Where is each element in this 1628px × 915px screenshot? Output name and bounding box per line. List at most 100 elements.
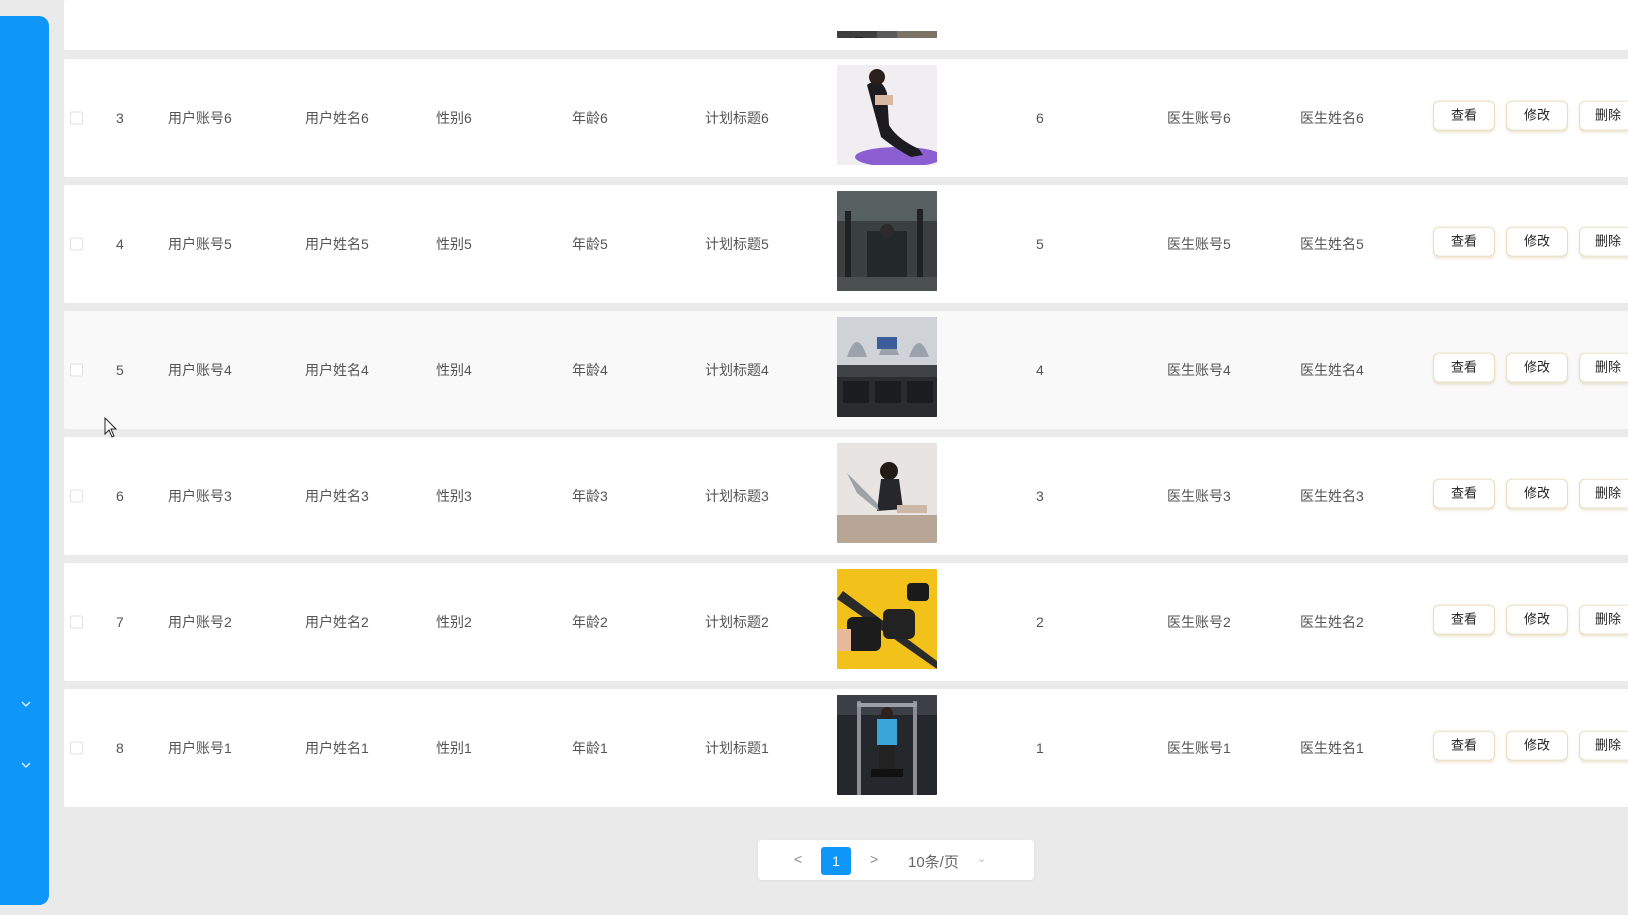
- doctor-account: 医生账号5: [1167, 236, 1231, 252]
- table-row: 5 用户账号4 用户姓名4 性别4 年龄4 计划标题4 4 医生账号4 医生姓名4 查看 修改 删除: [64, 311, 1628, 429]
- user-account: 用户账号5: [168, 236, 232, 252]
- doctor-name: 医生姓名3: [1300, 488, 1364, 504]
- table-row-partial: [64, 0, 1628, 50]
- plan-title: 计划标题3: [705, 488, 769, 504]
- doctor-name: 医生姓名6: [1300, 110, 1364, 126]
- row-image: [837, 569, 937, 669]
- floor-stretch-photo: [837, 443, 937, 543]
- table-row: 7 用户账号2 用户姓名2 性别2 年龄2 计划标题2 2 医生账号2 医生姓名2 查看 修改 删除: [64, 563, 1628, 681]
- row-value: 4: [1036, 362, 1044, 378]
- view-button[interactable]: 查看: [1433, 730, 1495, 761]
- gender: 性别5: [436, 236, 472, 252]
- pullup-station-photo: [837, 695, 937, 795]
- table-row: 6 用户账号3 用户姓名3 性别3 年龄3 计划标题3 3 医生账号3 医生姓名3 查看 修改 删除: [64, 437, 1628, 555]
- yoga-mat-photo: [837, 65, 937, 165]
- sidebar: [0, 16, 49, 905]
- row-index: 4: [116, 236, 124, 252]
- doctor-name: 医生姓名1: [1300, 740, 1364, 756]
- user-name: 用户姓名2: [305, 614, 369, 630]
- prev-page-button[interactable]: <: [794, 851, 802, 867]
- user-name: 用户姓名1: [305, 740, 369, 756]
- table-row: 3 用户账号6 用户姓名6 性别6 年龄6 计划标题6 6 医生账号6 医生姓名6 查看 修改 删除: [64, 59, 1628, 177]
- doctor-name: 医生姓名5: [1300, 236, 1364, 252]
- gym-interior-photo: [837, 191, 937, 291]
- delete-button[interactable]: 删除: [1579, 604, 1628, 635]
- mouse-cursor-icon: [104, 417, 118, 438]
- gender: 性别2: [436, 614, 472, 630]
- user-account: 用户账号3: [168, 488, 232, 504]
- user-name: 用户姓名4: [305, 362, 369, 378]
- gender: 性别3: [436, 488, 472, 504]
- user-account: 用户账号4: [168, 362, 232, 378]
- chevron-down-icon[interactable]: [20, 698, 32, 710]
- gender: 性别1: [436, 740, 472, 756]
- view-button[interactable]: 查看: [1433, 478, 1495, 509]
- delete-button[interactable]: 删除: [1579, 100, 1628, 131]
- gender: 性别6: [436, 110, 472, 126]
- row-image: [837, 695, 937, 795]
- edit-button[interactable]: 修改: [1506, 478, 1568, 509]
- row-checkbox[interactable]: [70, 237, 83, 251]
- age: 年龄4: [572, 362, 608, 378]
- row-index: 5: [116, 362, 124, 378]
- row-checkbox[interactable]: [70, 489, 83, 503]
- gym-photo-partial: [837, 31, 937, 38]
- view-button[interactable]: 查看: [1433, 604, 1495, 635]
- user-name: 用户姓名6: [305, 110, 369, 126]
- doctor-account: 医生账号3: [1167, 488, 1231, 504]
- edit-button[interactable]: 修改: [1506, 352, 1568, 383]
- chevron-down-icon[interactable]: [20, 759, 32, 771]
- age: 年龄3: [572, 488, 608, 504]
- plan-title: 计划标题4: [705, 362, 769, 378]
- view-button[interactable]: 查看: [1433, 352, 1495, 383]
- delete-button[interactable]: 删除: [1579, 730, 1628, 761]
- plan-title: 计划标题6: [705, 110, 769, 126]
- treadmill-room-photo: [837, 317, 937, 417]
- row-index: 7: [116, 614, 124, 630]
- plan-title: 计划标题2: [705, 614, 769, 630]
- row-value: 6: [1036, 110, 1044, 126]
- row-value: 5: [1036, 236, 1044, 252]
- table-row: 8 用户账号1 用户姓名1 性别1 年龄1 计划标题1 1 医生账号1 医生姓名1 查看 修改 删除: [64, 689, 1628, 807]
- row-index: 6: [116, 488, 124, 504]
- gender: 性别4: [436, 362, 472, 378]
- row-checkbox[interactable]: [70, 111, 83, 125]
- age: 年龄5: [572, 236, 608, 252]
- plan-title: 计划标题1: [705, 740, 769, 756]
- view-button[interactable]: 查看: [1433, 100, 1495, 131]
- doctor-name: 医生姓名4: [1300, 362, 1364, 378]
- current-page-button[interactable]: 1: [821, 847, 851, 875]
- user-account: 用户账号6: [168, 110, 232, 126]
- user-name: 用户姓名3: [305, 488, 369, 504]
- age: 年龄2: [572, 614, 608, 630]
- row-value: 1: [1036, 740, 1044, 756]
- row-index: 3: [116, 110, 124, 126]
- row-image: [837, 317, 937, 417]
- delete-button[interactable]: 删除: [1579, 226, 1628, 257]
- edit-button[interactable]: 修改: [1506, 730, 1568, 761]
- age: 年龄6: [572, 110, 608, 126]
- row-checkbox[interactable]: [70, 741, 83, 755]
- edit-button[interactable]: 修改: [1506, 100, 1568, 131]
- age: 年龄1: [572, 740, 608, 756]
- doctor-account: 医生账号1: [1167, 740, 1231, 756]
- delete-button[interactable]: 删除: [1579, 352, 1628, 383]
- edit-button[interactable]: 修改: [1506, 604, 1568, 635]
- delete-button[interactable]: 删除: [1579, 478, 1628, 509]
- row-value: 2: [1036, 614, 1044, 630]
- doctor-account: 医生账号2: [1167, 614, 1231, 630]
- page-size-select[interactable]: 10条/页: [908, 851, 959, 872]
- row-image: [837, 191, 937, 291]
- row-value: 3: [1036, 488, 1044, 504]
- wrist-weights-photo: [837, 569, 937, 669]
- edit-button[interactable]: 修改: [1506, 226, 1568, 257]
- next-page-button[interactable]: >: [870, 851, 878, 867]
- chevron-down-icon: ⌄: [977, 853, 987, 865]
- plan-title: 计划标题5: [705, 236, 769, 252]
- row-image: [837, 0, 937, 38]
- view-button[interactable]: 查看: [1433, 226, 1495, 257]
- doctor-account: 医生账号4: [1167, 362, 1231, 378]
- row-checkbox[interactable]: [70, 363, 83, 377]
- table-row: 4 用户账号5 用户姓名5 性别5 年龄5 计划标题5 5 医生账号5 医生姓名5 查看 修改 删除: [64, 185, 1628, 303]
- row-checkbox[interactable]: [70, 615, 83, 629]
